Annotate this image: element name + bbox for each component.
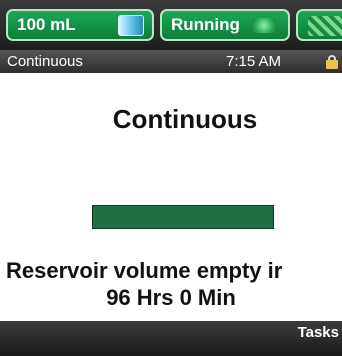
volume-label: 100 mL [17,15,76,34]
status-bar: Continuous 7:15 AM [0,50,342,73]
infusion-progress-bar [92,205,274,229]
tasks-button[interactable]: Tasks [272,321,342,344]
reservoir-message: Reservoir volume empty ir [6,258,283,283]
lock-icon [326,55,338,69]
reservoir-vial-icon [118,15,144,36]
mode-label: Continuous [7,53,83,70]
running-indicator-icon [252,18,276,33]
progress-fill [93,206,273,228]
connection-signal-icon [308,16,342,36]
volume-button[interactable]: 100 mL [6,9,154,41]
time-remaining: 96 Hrs 0 Min [106,285,236,310]
connection-button[interactable] [296,9,342,41]
bottom-bar: Tasks [0,321,342,356]
top-status-header: 100 mL Running [0,0,342,50]
page-title: Continuous [112,104,258,134]
running-status-label: Running [171,15,240,34]
clock-time: 7:15 AM [226,53,282,70]
running-status-button[interactable]: Running [160,9,290,41]
